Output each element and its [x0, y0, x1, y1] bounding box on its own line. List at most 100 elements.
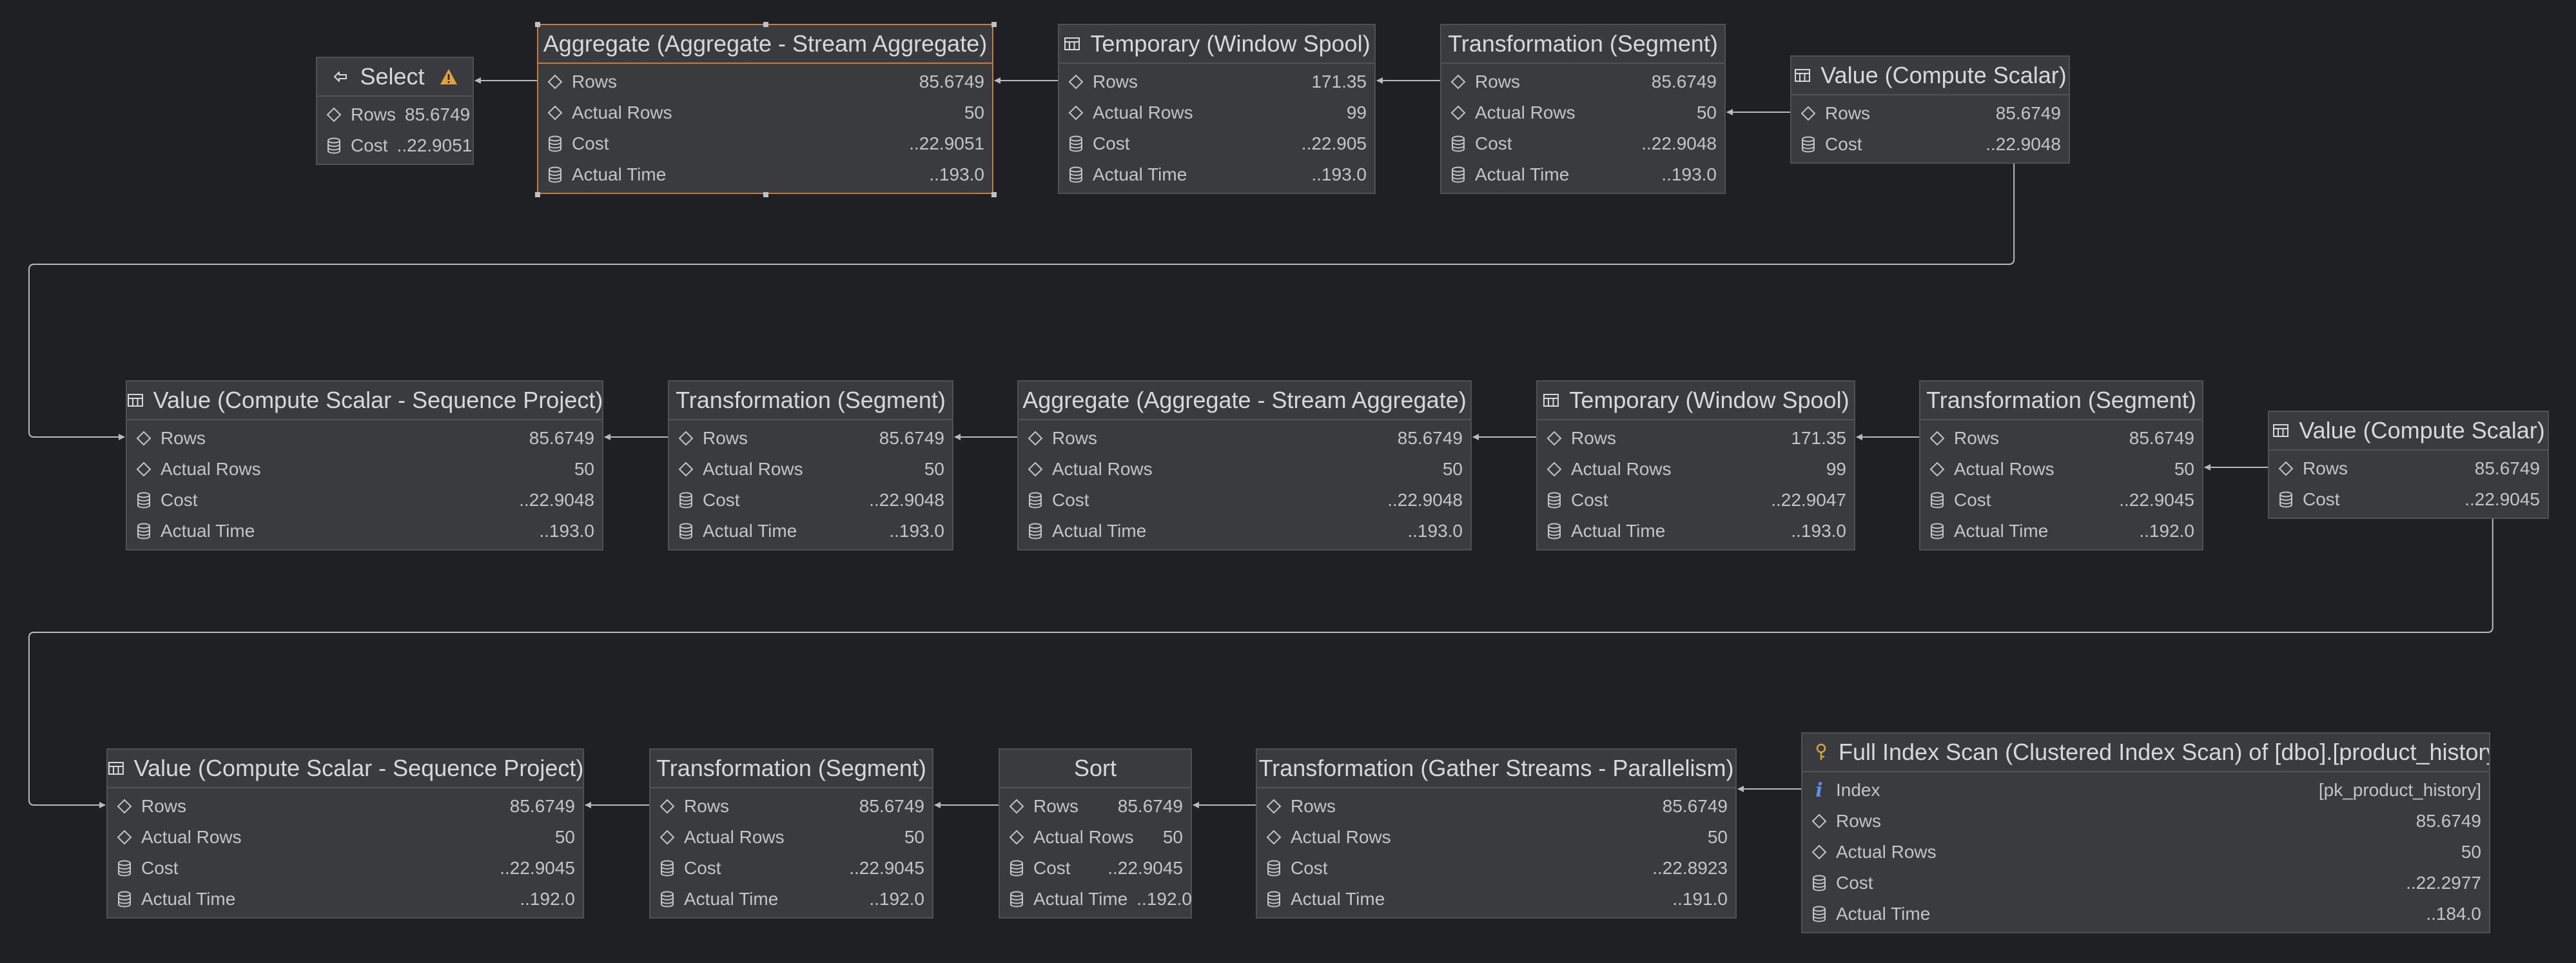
property-label: Actual Time [1954, 521, 2049, 541]
property-label: Rows [1825, 103, 1871, 123]
node-property-row: Actual Rows 50 [1257, 822, 1735, 853]
plan-node-sort[interactable]: Sort Rows 85.6749 Actual Rows 50 Cost ..22.904… [999, 748, 1192, 919]
node-property-row: Actual Rows 50 [1920, 454, 2202, 485]
node-property-row: Rows 85.6749 [650, 791, 932, 822]
property-label: Actual Rows [1291, 827, 1391, 847]
node-title: Aggregate (Aggregate - Stream Aggregate) [1022, 387, 1467, 413]
property-label: Actual Time [141, 889, 236, 909]
node-property-row: Cost ..22.9048 [1019, 485, 1470, 516]
property-label: Cost [684, 858, 721, 878]
property-label: Cost [703, 490, 740, 510]
node-property-row: Actual Rows 50 [1441, 97, 1724, 128]
property-label: Rows [703, 428, 748, 448]
property-value: ..192.0 [520, 889, 575, 909]
plan-node-transformation-4[interactable]: Transformation (Segment) Rows 85.6749 Actua… [649, 748, 933, 919]
property-value: ..193.0 [1311, 164, 1367, 184]
node-title: Full Index Scan (Clustered Index Scan) o… [1839, 739, 2489, 765]
node-property-row: Cost ..22.905 [1059, 128, 1374, 159]
property-value: 99 [1826, 459, 1846, 479]
property-label: Rows [684, 796, 730, 816]
property-value: 85.6749 [859, 796, 924, 816]
node-property-row: Actual Rows 50 [1000, 822, 1191, 853]
plan-node-transformation-1[interactable]: Transformation (Segment) Rows 85.6749 Actua… [1440, 24, 1726, 194]
property-value: 85.6749 [2415, 811, 2481, 831]
database-icon [677, 522, 695, 540]
property-label: Cost [1291, 858, 1328, 878]
property-value: ..22.9048 [519, 490, 594, 510]
plan-node-value-1[interactable]: Value (Compute Scalar) Rows 85.6749 Cost ..2… [1790, 55, 2070, 164]
plan-node-transformation-2[interactable]: Transformation (Segment) Rows 85.6749 Actua… [668, 380, 953, 550]
property-label: Actual Rows [1033, 827, 1134, 847]
node-property-row: Cost ..22.9051 [538, 128, 992, 159]
plan-node-select[interactable]: Select Rows 85.6749 Cost ..22.9051 [316, 57, 474, 165]
warning-icon[interactable] [439, 67, 458, 86]
plan-node-temporary-2[interactable]: Temporary (Window Spool) Rows 171.35 Actual… [1536, 380, 1855, 550]
node-property-row: Rows 85.6749 [1000, 791, 1191, 822]
diamond-icon [1545, 429, 1563, 447]
diamond-icon [1008, 828, 1026, 846]
node-header: Value (Compute Scalar - Sequence Project… [108, 750, 583, 788]
property-label: Actual Time [1093, 164, 1187, 184]
property-label: Cost [1052, 490, 1089, 510]
node-property-row: Cost ..22.9051 [317, 130, 473, 161]
property-value: ..22.9045 [2464, 489, 2540, 509]
property-value: ..22.9045 [2119, 490, 2194, 510]
plan-node-full-index-scan[interactable]: Full Index Scan (Clustered Index Scan) o… [1801, 732, 2490, 933]
node-property-row: Cost ..22.9048 [1441, 128, 1724, 159]
arrow-left-exit-icon [331, 67, 351, 86]
plan-node-temporary-1[interactable]: Temporary (Window Spool) Rows 171.35 Actual… [1058, 24, 1376, 194]
diamond-icon [135, 429, 153, 447]
node-header: Value (Compute Scalar - Sequence Project… [127, 382, 602, 420]
node-title: Transformation (Gather Streams - Paralle… [1258, 755, 1734, 781]
property-value: 85.6749 [879, 428, 944, 448]
node-property-row: Cost ..22.9045 [1920, 485, 2202, 516]
property-value: ..193.0 [1407, 521, 1463, 541]
selection-handle[interactable] [535, 22, 540, 27]
selection-handle[interactable] [535, 192, 540, 197]
property-label: Cost [351, 135, 388, 155]
database-icon [1067, 135, 1085, 153]
query-plan-canvas[interactable]: Select Rows 85.6749 Cost ..22.9051 Aggregate … [0, 0, 2576, 963]
selection-handle[interactable] [991, 22, 997, 27]
database-icon [1265, 859, 1283, 877]
selection-handle[interactable] [763, 192, 768, 197]
node-header: Full Index Scan (Clustered Index Scan) o… [1802, 734, 2489, 772]
property-value: ..193.0 [1661, 164, 1717, 184]
property-label: Actual Rows [1836, 842, 1937, 862]
property-label: Rows [1475, 72, 1521, 92]
database-icon [1067, 166, 1085, 184]
plan-node-value-2[interactable]: Value (Compute Scalar) Rows 85.6749 Cost ..2… [2268, 411, 2549, 519]
property-value: ..192.0 [1137, 889, 1192, 909]
selection-handle[interactable] [763, 22, 768, 27]
plan-node-transformation-5[interactable]: Transformation (Gather Streams - Paralle… [1256, 748, 1737, 919]
property-value: 85.6749 [1662, 796, 1728, 816]
node-property-row: Rows 85.6749 [1441, 66, 1724, 97]
node-property-row: Rows 85.6749 [1802, 806, 2489, 837]
node-title: Sort [1073, 755, 1117, 781]
property-value: ..22.9048 [1387, 490, 1463, 510]
property-value: ..184.0 [2426, 904, 2481, 924]
plan-node-aggregate-2[interactable]: Aggregate (Aggregate - Stream Aggregate)… [1017, 380, 1472, 550]
database-icon [1545, 522, 1563, 540]
plan-node-value-seq-2[interactable]: Value (Compute Scalar - Sequence Project… [106, 748, 584, 919]
property-label: Actual Rows [1093, 102, 1193, 122]
node-property-row: Actual Rows 50 [1019, 454, 1470, 485]
selection-handle[interactable] [991, 192, 997, 197]
plan-node-aggregate-1[interactable]: Aggregate (Aggregate - Stream Aggregate)… [535, 22, 997, 197]
database-icon [546, 166, 564, 184]
property-label: Actual Time [1571, 521, 1666, 541]
property-label: Cost [1093, 133, 1130, 153]
database-icon [658, 890, 676, 908]
node-property-row: Rows 85.6749 [2269, 453, 2548, 484]
database-icon [1008, 890, 1026, 908]
plan-node-transformation-3[interactable]: Transformation (Segment) Rows 85.6749 Actua… [1919, 380, 2203, 550]
diamond-icon [1026, 429, 1044, 447]
property-value: ..192.0 [2139, 521, 2194, 541]
property-label: Actual Rows [1571, 459, 1672, 479]
diamond-icon [1810, 843, 1828, 861]
plan-node-value-seq-1[interactable]: Value (Compute Scalar - Sequence Project… [126, 380, 603, 550]
property-label: Actual Rows [703, 459, 803, 479]
property-value: ..22.905 [1301, 133, 1367, 153]
node-property-row: Actual Time ..193.0 [127, 516, 602, 547]
diamond-icon [1026, 460, 1044, 478]
